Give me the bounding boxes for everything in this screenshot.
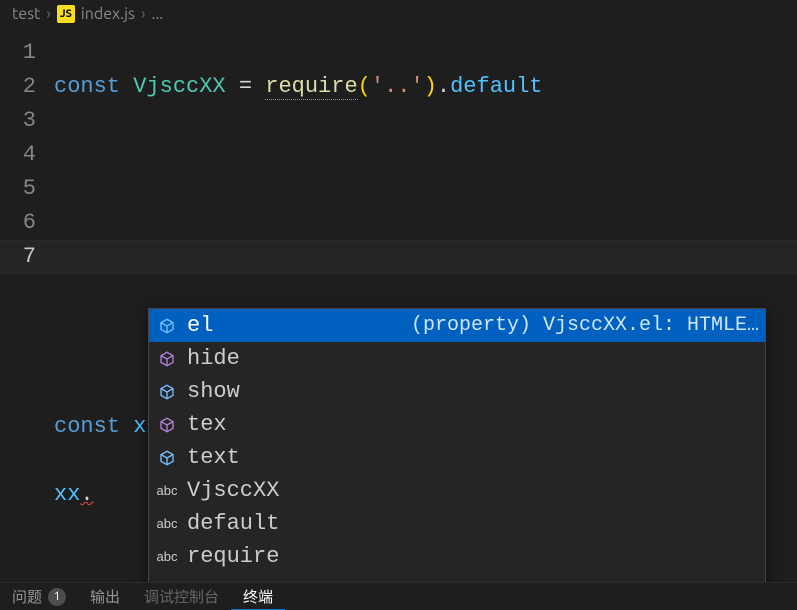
suggest-detail: (property) VjsccXX.el: HTMLE… [391,314,759,337]
line-number: 2 [0,70,54,104]
line-number: 6 [0,206,54,240]
suggest-label: text [187,445,240,470]
suggest-item[interactable]: abc default [149,507,765,540]
text-icon: abc [155,516,179,531]
suggest-item[interactable]: abc VjsccXX [149,474,765,507]
code-line[interactable]: const VjsccXX = require('..').default [54,70,797,104]
chevron-right-icon: › [141,5,146,23]
suggest-item[interactable]: hide [149,342,765,375]
tab-terminal[interactable]: 终端 [231,583,285,610]
suggest-item[interactable]: el (property) VjsccXX.el: HTMLE… [149,309,765,342]
tab-debug-console[interactable]: 调试控制台 [132,583,231,610]
js-file-icon: JS [57,5,75,23]
autocomplete-popup[interactable]: el (property) VjsccXX.el: HTMLE… hide show t… [148,308,766,607]
code-line[interactable] [54,206,797,240]
tab-label: 调试控制台 [144,586,219,607]
tab-label: 问题 [12,586,42,607]
suggest-label: VjsccXX [187,478,279,503]
suggest-item[interactable]: show [149,375,765,408]
suggest-label: el [187,313,213,338]
breadcrumb[interactable]: test › JS index.js › ... [0,0,797,28]
tab-label: 终端 [243,586,273,607]
problems-count-badge: 1 [48,588,66,606]
field-icon [155,383,179,401]
suggest-item[interactable]: text [149,441,765,474]
field-icon [155,317,179,335]
code-line[interactable] [54,138,797,172]
breadcrumb-symbol[interactable]: ... [151,5,163,23]
text-icon: abc [155,549,179,564]
suggest-item[interactable]: tex [149,408,765,441]
breadcrumb-folder[interactable]: test [12,5,40,23]
suggest-label: require [187,544,279,569]
method-icon [155,350,179,368]
tab-problems[interactable]: 问题 1 [0,583,78,610]
suggest-label: default [187,511,279,536]
suggest-label: hide [187,346,240,371]
code-line[interactable] [54,274,797,308]
line-number: 3 [0,104,54,138]
breadcrumb-file[interactable]: index.js [81,5,135,23]
tab-output[interactable]: 输出 [78,583,132,610]
field-icon [155,449,179,467]
line-number: 5 [0,172,54,206]
method-icon [155,416,179,434]
suggest-label: show [187,379,240,404]
chevron-right-icon: › [46,5,51,23]
line-number: 1 [0,36,54,70]
line-number: 4 [0,138,54,172]
bottom-panel-tabs: 问题 1 输出 调试控制台 终端 [0,582,797,610]
line-number-gutter: 1 2 3 4 5 6 7 [0,28,54,582]
suggest-item[interactable]: abc require [149,540,765,573]
code-editor[interactable]: 1 2 3 4 5 6 7 const VjsccXX = require('.… [0,28,797,582]
text-icon: abc [155,483,179,498]
suggest-label: tex [187,412,227,437]
tab-label: 输出 [90,586,120,607]
